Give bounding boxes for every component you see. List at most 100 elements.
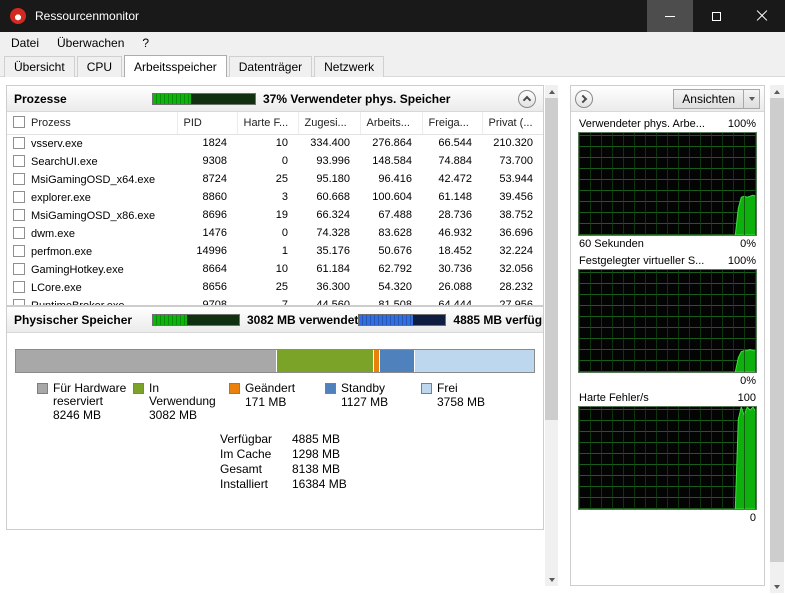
processes-title: Prozesse — [14, 92, 152, 106]
process-checkbox[interactable] — [13, 209, 25, 221]
column-header-freigabe[interactable]: Freiga... — [422, 112, 482, 134]
process-checkbox[interactable] — [13, 173, 25, 185]
process-cell: 18.452 — [422, 242, 482, 260]
maximize-button[interactable] — [693, 0, 739, 32]
views-dropdown-button[interactable]: Ansichten — [673, 89, 760, 109]
process-cell: 36.696 — [482, 224, 543, 242]
chart-footer-row: 60 Sekunden 0% — [579, 238, 756, 250]
stat-label: Gesamt — [220, 462, 292, 477]
expand-panel-button[interactable] — [575, 90, 593, 108]
process-row[interactable]: perfmon.exe14996135.17650.67618.45232.22… — [7, 242, 543, 260]
tab-cpu[interactable]: CPU — [77, 56, 122, 77]
process-cell: 95.180 — [298, 170, 360, 188]
process-row[interactable]: explorer.exe8860360.668100.60461.14839.4… — [7, 188, 543, 206]
process-checkbox[interactable] — [13, 155, 25, 167]
scroll-up-arrow[interactable] — [545, 85, 558, 98]
process-name: SearchUI.exe — [31, 156, 98, 168]
column-header-privat[interactable]: Privat (... — [482, 112, 543, 134]
menu-datei[interactable]: Datei — [2, 32, 48, 54]
memory-bar-segment-free — [415, 350, 534, 372]
left-scrollbar[interactable] — [545, 85, 558, 586]
process-checkbox[interactable] — [13, 263, 25, 275]
process-table-body: vsserv.exe182410334.400276.86466.544210.… — [7, 134, 543, 306]
process-row[interactable]: LCore.exe86562536.30054.32026.08828.232 — [7, 278, 543, 296]
collapse-processes-button[interactable] — [518, 90, 536, 108]
process-row[interactable]: SearchUI.exe9308093.996148.58474.88473.7… — [7, 152, 543, 170]
process-cell: 67.488 — [360, 206, 422, 224]
tab-netzwerk[interactable]: Netzwerk — [314, 56, 384, 77]
tab-datentraeger[interactable]: Datenträger — [229, 56, 312, 77]
process-cell: 54.320 — [360, 278, 422, 296]
column-header-prozess[interactable]: Prozess — [7, 112, 177, 134]
processes-panel: Prozesse 37% Verwendeter phys. Speicher … — [6, 85, 544, 306]
menu-help[interactable]: ? — [133, 32, 158, 54]
process-checkbox[interactable] — [13, 191, 25, 203]
process-row[interactable]: GamingHotkey.exe86641061.18462.79230.736… — [7, 260, 543, 278]
physical-memory-panel-header: Physischer Speicher 3082 MB verwendet 48… — [7, 307, 543, 333]
process-cell: 25 — [237, 170, 298, 188]
process-row[interactable]: RuntimeBroker.exe9708744.56081.50864.444… — [7, 296, 543, 306]
legend-text: Standby1127 MB — [341, 382, 419, 422]
select-all-checkbox[interactable] — [13, 116, 25, 128]
minimize-button[interactable] — [647, 0, 693, 32]
process-row[interactable]: vsserv.exe182410334.400276.86466.544210.… — [7, 134, 543, 152]
charts-panel: Ansichten Verwendeter phys. Arbe... 100%… — [570, 85, 765, 586]
stat-value: 16384 MB — [292, 477, 347, 492]
left-scrollbar-thumb[interactable] — [545, 98, 558, 420]
process-cell: 210.320 — [482, 134, 543, 152]
physical-memory-panel: Physischer Speicher 3082 MB verwendet 48… — [6, 306, 544, 530]
right-scrollbar-thumb[interactable] — [770, 98, 784, 562]
scroll-down-arrow[interactable] — [545, 573, 558, 586]
process-cell: 53.944 — [482, 170, 543, 188]
column-header-pid[interactable]: PID — [177, 112, 237, 134]
process-cell: 9708 — [177, 296, 237, 306]
legend-value: 8246 MB — [53, 409, 131, 422]
process-cell: 26.088 — [422, 278, 482, 296]
charts-body: Verwendeter phys. Arbe... 100% 60 Sekund… — [571, 112, 764, 524]
chart-max-label: 100% — [728, 118, 756, 130]
right-scrollbar[interactable] — [770, 85, 784, 593]
scroll-up-arrow[interactable] — [770, 85, 784, 98]
triangle-down-icon — [549, 578, 555, 582]
process-cell: 8696 — [177, 206, 237, 224]
chart-timescale-label: 60 Sekunden — [579, 238, 644, 250]
stat-value: 4885 MB — [292, 432, 340, 447]
process-cell: 60.668 — [298, 188, 360, 206]
processes-status: 37% Verwendeter phys. Speicher — [263, 92, 450, 106]
menu-ueberwachen[interactable]: Überwachen — [48, 32, 133, 54]
column-label: Prozess — [31, 117, 71, 129]
process-checkbox[interactable] — [13, 227, 25, 239]
process-row[interactable]: MsiGamingOSD_x86.exe86961966.32467.48828… — [7, 206, 543, 224]
process-cell: 61.148 — [422, 188, 482, 206]
process-row[interactable]: MsiGamingOSD_x64.exe87242595.18096.41642… — [7, 170, 543, 188]
process-checkbox[interactable] — [13, 245, 25, 257]
used-minibar — [152, 314, 240, 326]
scroll-down-arrow[interactable] — [770, 580, 784, 593]
process-checkbox[interactable] — [13, 137, 25, 149]
process-checkbox[interactable] — [13, 281, 25, 293]
legend-text: In Verwendung3082 MB — [149, 382, 227, 422]
close-button[interactable] — [739, 0, 785, 32]
triangle-down-icon — [774, 585, 780, 589]
titlebar: Ressourcenmonitor — [0, 0, 785, 32]
process-cell: 0 — [237, 224, 298, 242]
tabbar: Übersicht CPU Arbeitsspeicher Datenträge… — [0, 54, 785, 77]
tab-uebersicht[interactable]: Übersicht — [4, 56, 75, 77]
process-cell: 74.328 — [298, 224, 360, 242]
process-cell: 9308 — [177, 152, 237, 170]
memory-legend: Für Hardware reserviert8246 MBIn Verwend… — [7, 382, 543, 422]
process-cell: 32.224 — [482, 242, 543, 260]
process-cell: 74.884 — [422, 152, 482, 170]
column-header-arbeitssatz[interactable]: Arbeits... — [360, 112, 422, 134]
chart-footer-row: 0% — [579, 375, 756, 387]
process-cell: 1 — [237, 242, 298, 260]
process-checkbox[interactable] — [13, 299, 25, 307]
column-header-zugesichert[interactable]: Zugesi... — [298, 112, 360, 134]
tab-arbeitsspeicher[interactable]: Arbeitsspeicher — [124, 55, 227, 77]
process-table: Prozess PID Harte F... Zugesi... Arbeits… — [7, 112, 544, 306]
process-row[interactable]: dwm.exe1476074.32883.62846.93236.696 — [7, 224, 543, 242]
process-cell: 8664 — [177, 260, 237, 278]
column-header-harte-fehler[interactable]: Harte F... — [237, 112, 298, 134]
memory-bar-segment-in-use — [277, 350, 374, 372]
views-dropdown-arrow[interactable] — [743, 90, 759, 108]
